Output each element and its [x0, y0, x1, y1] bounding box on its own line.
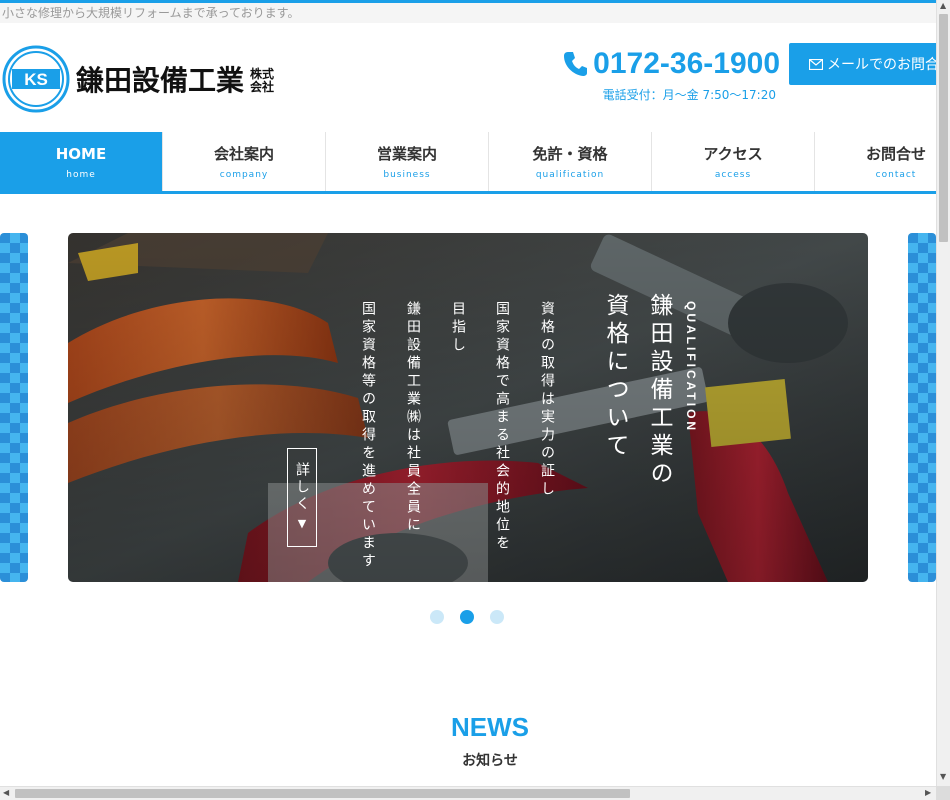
- slide-title-line1: 鎌田設備工業の: [646, 293, 672, 489]
- mail-contact-button[interactable]: メールでのお問合せ: [789, 43, 936, 85]
- vertical-scroll-thumb[interactable]: [939, 14, 948, 242]
- company-name: 鎌田設備工業: [76, 64, 245, 97]
- nav-sublabel: contact: [875, 169, 917, 180]
- nav-item-access[interactable]: アクセス access: [652, 132, 815, 191]
- scroll-right-arrow-icon[interactable]: ▶: [925, 788, 931, 797]
- nav-item-contact[interactable]: お問合せ contact: [815, 132, 936, 191]
- slider-pagination: [430, 610, 510, 624]
- nav-label: HOME: [55, 144, 107, 163]
- slide-body-line: 資格の取得は実力の証し: [539, 301, 555, 499]
- phone-number: 0172-36-1900: [593, 47, 780, 80]
- slider-dot-2[interactable]: [460, 610, 474, 624]
- news-subheading: お知らせ: [462, 753, 518, 769]
- slide-next-peek[interactable]: [908, 233, 936, 582]
- nav-label: 免許・資格: [532, 144, 608, 163]
- nav-sublabel: access: [714, 169, 752, 180]
- phone-icon: [564, 52, 588, 76]
- nav-sublabel: business: [383, 169, 431, 180]
- nav-sublabel: company: [219, 169, 269, 180]
- nav-sublabel: qualification: [535, 169, 605, 180]
- nav-item-home[interactable]: HOME home: [0, 132, 163, 191]
- nav-item-business[interactable]: 営業案内 business: [326, 132, 489, 191]
- nav-label: 営業案内: [376, 144, 437, 163]
- site-logo[interactable]: KS 鎌田設備工業 株式 会社: [2, 44, 302, 114]
- scrollbar-corner: [936, 786, 950, 800]
- news-heading: NEWS: [451, 712, 529, 742]
- company-type: 株式 会社: [250, 68, 274, 94]
- nav-label: 会社案内: [213, 144, 274, 163]
- scroll-up-arrow-icon[interactable]: ▲: [940, 1, 946, 10]
- slider-dot-1[interactable]: [430, 610, 444, 624]
- scroll-down-arrow-icon[interactable]: ▼: [940, 772, 946, 781]
- slide-prev-peek[interactable]: [0, 233, 28, 582]
- nav-label: お問合せ: [865, 144, 926, 163]
- scroll-left-arrow-icon[interactable]: ◀: [3, 788, 9, 797]
- slide-body-line: 国家資格で高まる社会的地位を: [494, 301, 510, 553]
- main-navigation: HOME home 会社案内 company 営業案内 business 免許・…: [0, 132, 936, 194]
- horizontal-scrollbar[interactable]: ◀ ▶: [0, 786, 936, 800]
- slide-body-line: 国家資格等の取得を進めています: [360, 301, 376, 571]
- slide-background-image: [68, 233, 868, 582]
- nav-label: アクセス: [703, 144, 763, 163]
- logo-mark-text: KS: [24, 70, 48, 89]
- hero-slide: QUALIFICATION 鎌田設備工業の 資格について 資格の取得は実力の証し…: [68, 233, 868, 582]
- nav-item-qualification[interactable]: 免許・資格 qualification: [489, 132, 652, 191]
- horizontal-scroll-thumb[interactable]: [15, 789, 630, 798]
- mail-button-label: メールでのお問合せ: [827, 57, 936, 73]
- slide-more-button[interactable]: 詳しく ▼: [287, 448, 317, 547]
- nav-item-company[interactable]: 会社案内 company: [163, 132, 326, 191]
- vertical-scrollbar[interactable]: ▲ ▼: [936, 0, 950, 786]
- chevron-down-icon: ▼: [295, 517, 309, 533]
- logo-mark-icon: KS: [2, 45, 70, 113]
- company-type-bottom: 会社: [250, 80, 275, 94]
- slide-title-line2: 資格について: [602, 293, 628, 461]
- phone-hours: 電話受付：月〜金 7:50〜17:20: [602, 88, 776, 102]
- mail-icon: [809, 58, 823, 70]
- slide-body-line: 目指し: [450, 301, 466, 355]
- slider-dot-3[interactable]: [490, 610, 504, 624]
- header-tagline: 小さな修理から大規模リフォームまで承っております。: [0, 3, 936, 23]
- phone-link[interactable]: 0172-36-1900: [540, 44, 780, 84]
- more-button-label: 詳しく: [294, 462, 310, 513]
- nav-sublabel: home: [66, 169, 96, 180]
- slide-en-label: QUALIFICATION: [684, 301, 698, 434]
- slide-body-line: 鎌田設備工業㈱は社員全員に: [405, 301, 421, 535]
